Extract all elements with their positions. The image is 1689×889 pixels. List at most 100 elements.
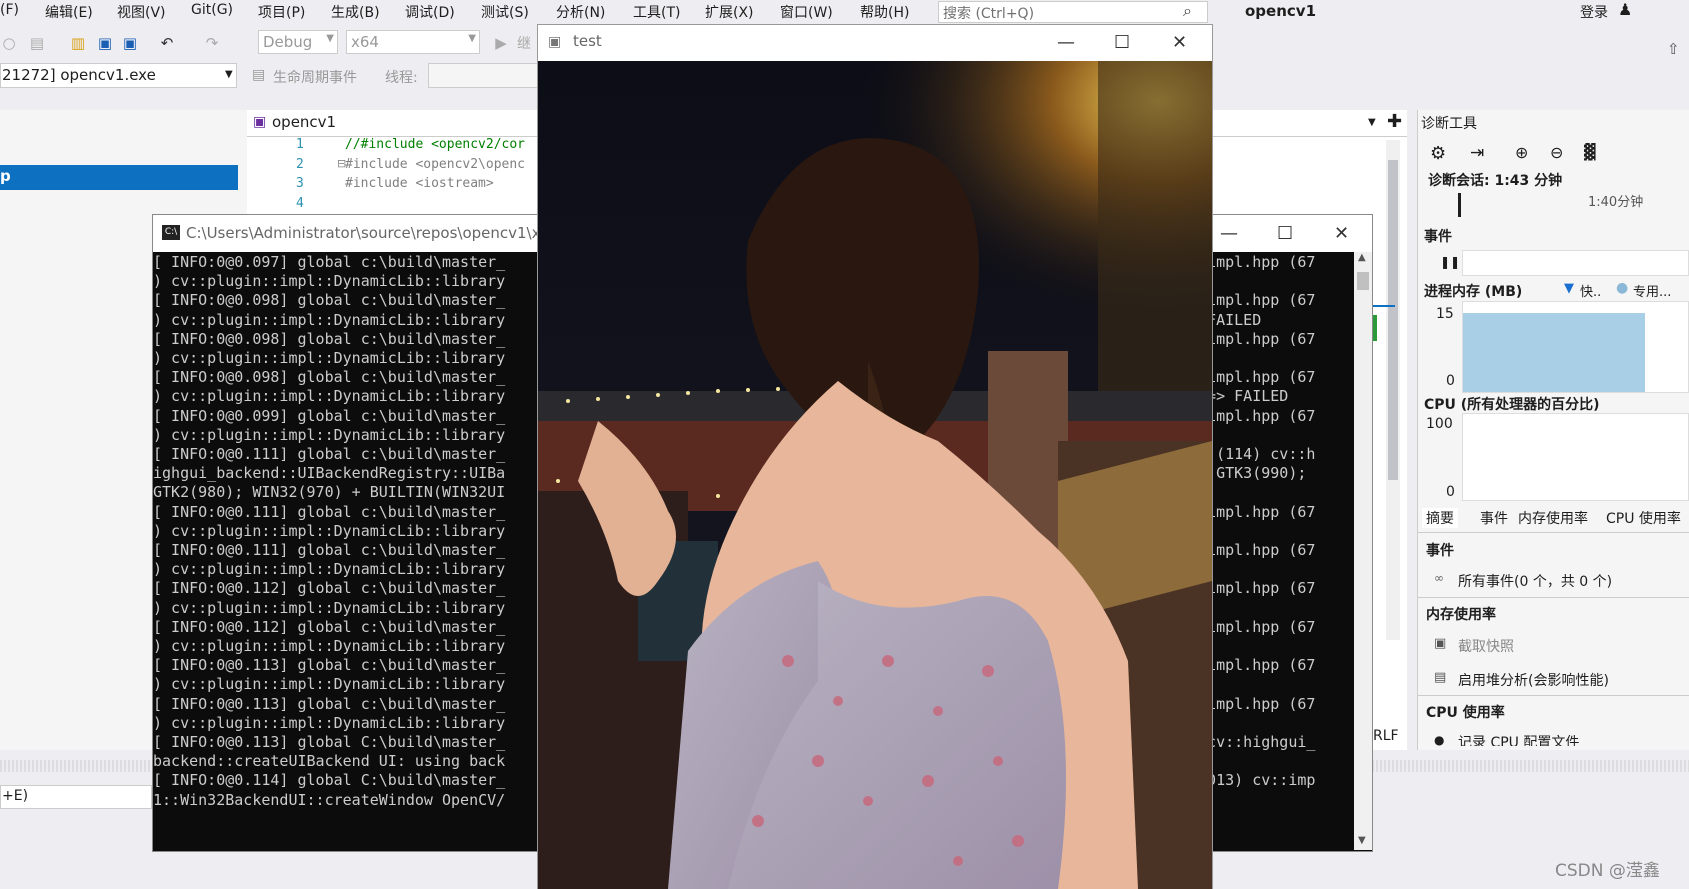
redo-icon[interactable]: ↷ (203, 34, 221, 52)
save-icon[interactable]: ▣ (96, 34, 114, 52)
save-all-icon[interactable]: ▣ (121, 34, 139, 52)
new-project-icon[interactable]: ▤ (28, 34, 46, 52)
menu-build[interactable]: 生成(B) (331, 2, 380, 22)
process-dropdown[interactable]: 21272] opencv1.exe ▼ (0, 63, 237, 88)
events-header[interactable]: 事件 (1424, 226, 1452, 246)
chart-icon[interactable]: ▓ (1584, 143, 1596, 161)
menu-edit[interactable]: 编辑(E) (45, 2, 93, 22)
all-events-link[interactable]: 所有事件(0 个，共 0 个) (1458, 571, 1612, 591)
chevron-down-icon: ▼ (468, 33, 476, 44)
zoom-out-icon[interactable]: ⊖ (1550, 143, 1563, 162)
scroll-marker (1371, 305, 1395, 307)
search-input[interactable]: 搜索 (Ctrl+Q) (938, 1, 1208, 23)
tab-summary[interactable]: 摘要 (1422, 508, 1458, 528)
line-number: 3 (296, 176, 304, 191)
solution-title: opencv1 (1245, 2, 1317, 20)
thread-label: 线程: (385, 70, 418, 86)
back-icon[interactable]: ○ (0, 34, 18, 52)
menu-help[interactable]: 帮助(H) (860, 2, 909, 22)
project-icon: ▣ (253, 114, 267, 130)
console-minimize-icon[interactable]: — (1220, 223, 1238, 244)
cpu-header[interactable]: CPU (所有处理器的百分比) (1424, 394, 1600, 414)
gear-icon[interactable]: ⚙ (1430, 143, 1446, 164)
menu-window[interactable]: 窗口(W) (780, 2, 833, 22)
console-line: [ INFO:0@0.113] global C:\build\master_ (153, 733, 506, 751)
console-line: [ INFO:0@0.098] global c:\build\master_ (153, 329, 506, 348)
undo-icon[interactable]: ↶ (158, 34, 176, 52)
console-line: ) cv::plugin::impl::DynamicLib::library (153, 425, 506, 444)
console-line: ) cv::plugin::impl::DynamicLib::library (153, 560, 506, 579)
console-line: ) cv::plugin::impl::DynamicLib::library (153, 713, 506, 732)
menu-extensions[interactable]: 扩展(X) (705, 2, 754, 22)
thread-dropdown[interactable] (428, 63, 538, 88)
scrollbar-thumb[interactable] (1357, 272, 1369, 290)
console-maximize-icon[interactable]: ☐ (1277, 223, 1293, 244)
scrollbar-thumb[interactable] (1388, 160, 1398, 480)
console-line: ) cv::plugin::impl::DynamicLib::library (153, 637, 506, 655)
scroll-up-icon[interactable]: ▲ (1358, 252, 1366, 263)
divider (1418, 695, 1689, 696)
minimize-icon[interactable]: — (1057, 32, 1075, 53)
solution-item-label: p (0, 167, 11, 185)
chevron-down-icon: ▼ (225, 69, 233, 80)
line-ending-label[interactable]: RLF (1373, 728, 1399, 744)
menu-analyze[interactable]: 分析(N) (556, 2, 605, 22)
login-link[interactable]: 登录 (1580, 2, 1608, 22)
tab-events[interactable]: 事件 (1480, 508, 1508, 528)
code-line: #include <opencv2\openc (345, 157, 526, 172)
record-cpu-button[interactable]: 记录 CPU 配置文件 (1458, 732, 1579, 746)
photo-display (538, 61, 1212, 889)
cpu-section-title: CPU 使用率 (1426, 705, 1505, 721)
console-line: [ INFO:0@0.114] global C:\build\master_ (153, 771, 506, 790)
menu-debug[interactable]: 调试(D) (405, 2, 455, 22)
split-icon[interactable]: ✚ (1387, 111, 1402, 132)
account-icon[interactable]: ♟ (1618, 0, 1632, 19)
menu-project[interactable]: 项目(P) (258, 2, 305, 22)
heap-profiling-button[interactable]: 启用堆分析(会影响性能) (1458, 670, 1609, 690)
lifecycle-events-icon: ▤ (252, 67, 266, 83)
solution-item-selected[interactable]: p (0, 165, 238, 190)
memory-bar (1463, 313, 1645, 392)
console-line: [ INFO:0@0.097] global c:\build\master_ (153, 253, 506, 271)
editor-scrollbar[interactable] (1386, 140, 1400, 640)
maximize-icon[interactable]: ☐ (1114, 32, 1130, 53)
search-icon[interactable]: ⌕ (1183, 1, 1192, 21)
menu-git[interactable]: Git(G) (191, 2, 233, 18)
scroll-down-icon[interactable]: ▼ (1358, 835, 1366, 846)
console-line: ) cv::plugin::impl::DynamicLib::library (153, 598, 506, 617)
pause-icon[interactable]: ❚❚ (1440, 255, 1460, 269)
menu-file[interactable]: (F) (0, 2, 19, 18)
zoom-in-icon[interactable]: ⊕ (1515, 143, 1528, 162)
platform-dropdown[interactable]: x64 ▼ (346, 30, 480, 54)
open-folder-icon[interactable]: ▥ (69, 34, 87, 52)
start-icon[interactable]: ▶ (492, 34, 510, 52)
config-dropdown[interactable]: Debug ▼ (258, 30, 338, 54)
line-number: 4 (296, 196, 304, 211)
window-app-icon: ▣ (548, 34, 562, 50)
menu-view[interactable]: 视图(V) (117, 2, 166, 22)
image-window-titlebar[interactable] (538, 25, 1212, 61)
console-close-icon[interactable]: ✕ (1334, 223, 1349, 244)
tab-cpu[interactable]: CPU 使用率 (1606, 508, 1681, 528)
output-field[interactable]: +E) (0, 785, 152, 809)
chevron-down-icon[interactable]: ▼ (1368, 117, 1376, 128)
memory-header[interactable]: 进程内存 (MB) (1424, 281, 1522, 301)
editor-tab[interactable]: opencv1 (272, 113, 336, 131)
start-button-label[interactable]: 继 (517, 33, 531, 53)
memory-legend-private: 专用... (1633, 285, 1672, 300)
close-icon[interactable]: ✕ (1172, 32, 1187, 53)
menu-test[interactable]: 测试(S) (481, 2, 529, 22)
export-icon[interactable]: ⇥ (1470, 143, 1484, 163)
lifecycle-events-button[interactable]: 生命周期事件 (273, 67, 357, 87)
take-snapshot-button[interactable]: 截取快照 (1458, 636, 1514, 656)
console-line: ) cv::plugin::impl::DynamicLib::library (153, 521, 506, 540)
triangle-icon: ▼ (1564, 281, 1574, 296)
console-scrollbar[interactable]: ▲ ▼ (1354, 252, 1372, 850)
config-value: Debug (263, 33, 313, 51)
tab-memory[interactable]: 内存使用率 (1518, 508, 1588, 528)
console-line: ) cv::plugin::impl::DynamicLib::library (153, 387, 506, 406)
console-line: [ INFO:0@0.111] global c:\build\master_ (153, 541, 506, 559)
menu-tools[interactable]: 工具(T) (633, 2, 680, 22)
timeline-cursor[interactable] (1458, 193, 1461, 217)
console-line: 1::Win32BackendUI::createWindow OpenCV/ (153, 790, 506, 809)
